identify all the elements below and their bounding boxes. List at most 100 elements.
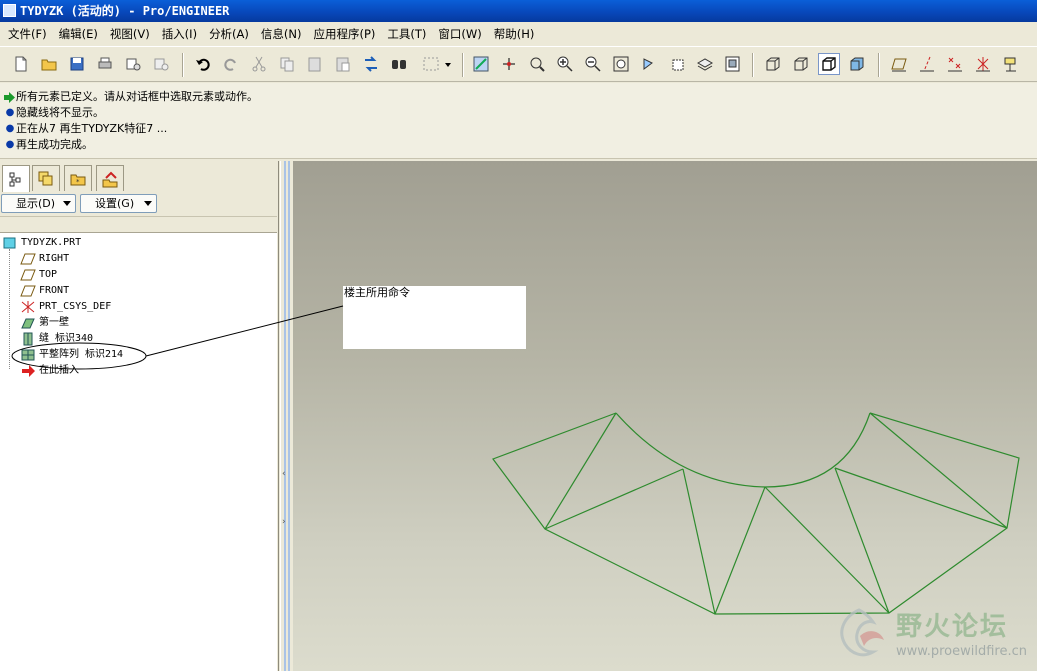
forum-watermark: 野火论坛 www.proewildfire.cn (826, 604, 1031, 668)
csys-display-icon[interactable] (972, 53, 994, 75)
tree-item-csys[interactable]: PRT_CSYS_DEF (20, 299, 111, 315)
tree-item-first-wall[interactable]: 第一壁 (20, 315, 69, 331)
menu-file[interactable]: 文件(F) (2, 22, 53, 46)
tree-item-label: 平整阵列 标识214 (39, 349, 124, 360)
datum-axis-display-icon[interactable] (916, 53, 938, 75)
open-folder-icon[interactable] (38, 53, 60, 75)
menu-view[interactable]: 视图(V) (104, 22, 156, 46)
watermark-url: www.proewildfire.cn (896, 644, 1027, 659)
annotation-display-icon[interactable] (1000, 53, 1022, 75)
expand-right-icon[interactable]: › (282, 517, 286, 527)
graphics-window[interactable]: 楼主所用命令 (293, 161, 1037, 671)
print-icon[interactable] (94, 53, 116, 75)
no-hidden-icon[interactable] (818, 53, 840, 75)
collapse-left-icon[interactable]: ‹ (282, 469, 286, 479)
menu-applications[interactable]: 应用程序(P) (307, 22, 381, 46)
rip-icon (20, 332, 36, 346)
menu-window[interactable]: 窗口(W) (432, 22, 487, 46)
sketch-icon[interactable] (470, 53, 492, 75)
menu-analysis[interactable]: 分析(A) (203, 22, 255, 46)
model-tree: TYDYZK.PRT RIGHT TOP FRONT PRT_CSYS_DEF … (0, 233, 277, 671)
cut-icon[interactable] (248, 53, 270, 75)
tree-item-front[interactable]: FRONT (20, 283, 69, 299)
undo-icon[interactable] (192, 53, 214, 75)
tree-item-label: 第一壁 (39, 317, 69, 328)
menu-help[interactable]: 帮助(H) (488, 22, 541, 46)
tree-item-label: TOP (39, 269, 58, 280)
navigator-panel: * 显示(D) 设置(G) TYDYZK.PRT RIGHT TOP FRONT… (0, 161, 279, 671)
tree-item-flat-pattern[interactable]: 平整阵列 标识214 (20, 347, 123, 363)
message-text: 再生成功完成。 (16, 138, 93, 151)
bullet-icon: ● (5, 139, 15, 150)
layers-icon[interactable] (694, 53, 716, 75)
spin-center-icon[interactable] (498, 53, 520, 75)
chevron-down-icon (144, 201, 152, 206)
datum-plane-display-icon[interactable] (888, 53, 910, 75)
bullet-icon: ● (5, 123, 15, 134)
layer-tree-icon (38, 171, 53, 185)
copy-icon[interactable] (276, 53, 298, 75)
regenerate-icon[interactable] (360, 53, 382, 75)
settings-dropdown[interactable]: 设置(G) (80, 194, 157, 213)
model-tree-icon (9, 172, 21, 187)
flat-pattern-icon (20, 348, 36, 362)
message-line: 所有元素已定义。请从对话框中选取元素或动作。 (4, 89, 1037, 105)
tree-root[interactable]: TYDYZK.PRT (2, 235, 81, 251)
tree-item-label: PRT_CSYS_DEF (39, 301, 112, 312)
send-mail-icon[interactable] (122, 53, 144, 75)
callout-box: 楼主所用命令 (343, 286, 526, 349)
menu-edit[interactable]: 编辑(E) (53, 22, 104, 46)
folder-browser-icon: * (70, 174, 86, 186)
tree-item-top[interactable]: TOP (20, 267, 57, 283)
tab-model-tree[interactable] (2, 165, 30, 192)
zoom-out-icon[interactable] (582, 53, 604, 75)
sheetmetal-wall-icon (20, 316, 36, 330)
hidden-line-icon[interactable] (790, 53, 812, 75)
tree-item-insert-here[interactable]: 在此插入 (20, 363, 79, 379)
view-manager-icon[interactable] (722, 53, 744, 75)
bullet-icon: ● (5, 107, 15, 118)
wireframe-icon[interactable] (762, 53, 784, 75)
tree-controls: 显示(D) 设置(G) (0, 194, 279, 214)
tab-connections[interactable] (96, 165, 124, 191)
part-icon (2, 236, 18, 250)
orient-mode-icon[interactable] (526, 53, 548, 75)
datum-point-display-icon[interactable] (944, 53, 966, 75)
title-bar: TYDYZK (活动的) - Pro/ENGINEER (0, 0, 1037, 22)
tree-item-right[interactable]: RIGHT (20, 251, 69, 267)
new-file-icon[interactable] (10, 53, 32, 75)
menu-info[interactable]: 信息(N) (255, 22, 308, 46)
show-dropdown[interactable]: 显示(D) (1, 194, 76, 213)
watermark-logo-icon (840, 608, 884, 657)
shading-icon[interactable] (846, 53, 868, 75)
send-link-icon[interactable] (150, 53, 172, 75)
save-icon[interactable] (66, 53, 88, 75)
datum-plane-icon (20, 252, 36, 266)
tab-layers[interactable] (32, 165, 60, 191)
window-title: TYDYZK (活动的) - Pro/ENGINEER (20, 4, 230, 18)
redo-icon[interactable] (220, 53, 242, 75)
paste-icon[interactable] (304, 53, 326, 75)
tab-folder-browser[interactable]: * (64, 165, 92, 191)
svg-text:*: * (76, 178, 80, 186)
connections-icon (102, 171, 118, 187)
navigator-tabs: * (0, 161, 278, 192)
zoom-in-icon[interactable] (554, 53, 576, 75)
refit-icon[interactable] (610, 53, 632, 75)
find-icon[interactable] (388, 53, 410, 75)
message-text: 隐藏线将不显示。 (16, 106, 104, 119)
selection-box-icon[interactable] (416, 53, 446, 75)
paste-special-icon[interactable] (332, 53, 354, 75)
message-text: 所有元素已定义。请从对话框中选取元素或动作。 (16, 90, 258, 103)
saved-views-icon[interactable] (666, 53, 692, 75)
reorient-icon[interactable] (638, 53, 660, 75)
csys-icon (20, 300, 36, 314)
menu-insert[interactable]: 插入(I) (156, 22, 203, 46)
menu-tools[interactable]: 工具(T) (381, 22, 432, 46)
panel-splitter[interactable]: ‹ › (280, 161, 293, 671)
show-dropdown-label: 显示(D) (16, 197, 56, 210)
tree-item-rip[interactable]: 缝 标识340 (20, 331, 93, 347)
menu-bar: 文件(F) 编辑(E) 视图(V) 插入(I) 分析(A) 信息(N) 应用程序… (0, 22, 1037, 46)
tree-column-header (0, 216, 277, 233)
selection-dropdown-icon[interactable] (443, 53, 453, 75)
